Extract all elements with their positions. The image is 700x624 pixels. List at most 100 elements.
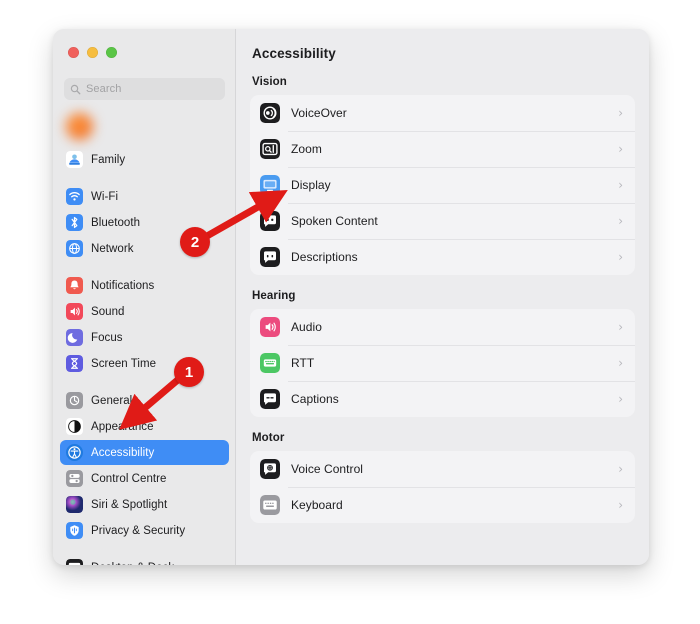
chevron-right-icon: › <box>618 250 623 264</box>
settings-row-voice-control[interactable]: Voice Control › <box>250 451 635 487</box>
settings-row-captions[interactable]: Captions › <box>250 381 635 417</box>
chevron-right-icon: › <box>618 392 623 406</box>
screenshot-canvas: Search Family Wi-Fi Bluetooth Network Notifi… <box>0 0 700 624</box>
settings-row-label: Descriptions <box>291 250 358 264</box>
sidebar-item-accessibility[interactable]: Accessibility <box>60 440 229 465</box>
sidebar-item-family[interactable]: Family <box>60 147 229 172</box>
search-icon <box>70 84 81 94</box>
chevron-right-icon: › <box>618 214 623 228</box>
chevron-right-icon: › <box>618 498 623 512</box>
captions-icon <box>260 389 280 409</box>
settings-row-zoom[interactable]: Zoom › <box>250 131 635 167</box>
section-heading-motor: Motor <box>252 432 285 444</box>
sidebar-item-label: Notifications <box>91 279 155 292</box>
minimize-button[interactable] <box>87 47 98 58</box>
settings-card: Voice Control › Keyboard › <box>250 451 635 523</box>
sidebar-item-sound[interactable]: Sound <box>60 299 229 324</box>
window-traffic-lights <box>68 47 117 58</box>
settings-row-label: Zoom <box>291 142 322 156</box>
maximize-button[interactable] <box>106 47 117 58</box>
settings-sections: Vision VoiceOver › Zoom › Display › Spoken Cont… <box>250 61 635 523</box>
sidebar-item-notifications[interactable]: Notifications <box>60 273 229 298</box>
sidebar-item-appearance[interactable]: Appearance <box>60 414 229 439</box>
close-button[interactable] <box>68 47 79 58</box>
sidebar-item-label: Family <box>91 153 126 166</box>
chevron-right-icon: › <box>618 106 623 120</box>
sidebar-item-label: Screen Time <box>91 357 157 370</box>
sidebar-item-label: Network <box>91 242 134 255</box>
section-heading-vision: Vision <box>252 76 287 88</box>
settings-row-display[interactable]: Display › <box>250 167 635 203</box>
family-icon <box>66 151 83 168</box>
settings-row-label: RTT <box>291 356 315 370</box>
voice-control-icon <box>260 459 280 479</box>
settings-row-descriptions[interactable]: Descriptions › <box>250 239 635 275</box>
sidebar-group-separator <box>60 262 229 273</box>
content-panel: Accessibility Vision VoiceOver › Zoom › Displ… <box>236 29 649 565</box>
apple-account-row[interactable] <box>60 109 228 144</box>
chevron-right-icon: › <box>618 356 623 370</box>
settings-row-spoken-content[interactable]: Spoken Content › <box>250 203 635 239</box>
settings-row-label: Audio <box>291 320 322 334</box>
sidebar-item-siri-spotlight[interactable]: Siri & Spotlight <box>60 492 229 517</box>
sidebar-item-label: General <box>91 394 133 407</box>
accessibility-icon <box>66 444 83 461</box>
search-placeholder: Search <box>86 83 122 95</box>
settings-row-label: Keyboard <box>291 498 343 512</box>
wifi-icon <box>66 188 83 205</box>
settings-row-label: Voice Control <box>291 462 364 476</box>
settings-row-keyboard[interactable]: Keyboard › <box>250 487 635 523</box>
siri-icon <box>66 496 83 513</box>
settings-row-voiceover[interactable]: VoiceOver › <box>250 95 635 131</box>
sidebar-item-wi-fi[interactable]: Wi-Fi <box>60 184 229 209</box>
sidebar-item-label: Wi-Fi <box>91 190 119 203</box>
page-title: Accessibility <box>252 46 336 61</box>
chevron-right-icon: › <box>618 142 623 156</box>
focus-icon <box>66 329 83 346</box>
sidebar-item-label: Desktop & Dock <box>91 562 174 566</box>
annotation-badge-2: 2 <box>180 227 210 257</box>
sound-icon <box>66 303 83 320</box>
sidebar-list: Family Wi-Fi Bluetooth Network Notifications… <box>53 147 235 565</box>
sidebar-item-control-centre[interactable]: Control Centre <box>60 466 229 491</box>
section-heading-hearing: Hearing <box>252 290 296 302</box>
sidebar-item-label: Focus <box>91 331 123 344</box>
sidebar-item-privacy-security[interactable]: Privacy & Security <box>60 518 229 543</box>
sidebar-item-label: Appearance <box>91 420 154 433</box>
chevron-right-icon: › <box>618 462 623 476</box>
avatar <box>66 113 93 140</box>
system-settings-window: Search Family Wi-Fi Bluetooth Network Notifi… <box>53 29 649 565</box>
settings-row-rtt[interactable]: RTT › <box>250 345 635 381</box>
search-input[interactable]: Search <box>64 78 225 100</box>
sidebar: Search Family Wi-Fi Bluetooth Network Notifi… <box>53 29 236 565</box>
chevron-right-icon: › <box>618 178 623 192</box>
sidebar-group-separator <box>60 544 229 555</box>
descriptions-icon <box>260 247 280 267</box>
settings-card: VoiceOver › Zoom › Display › Spoken Content › De… <box>250 95 635 275</box>
sidebar-group-separator <box>60 377 229 388</box>
screen-time-icon <box>66 355 83 372</box>
appearance-icon <box>66 418 83 435</box>
sidebar-item-label: Accessibility <box>91 446 155 459</box>
voiceover-icon <box>260 103 280 123</box>
spoken-content-icon <box>260 211 280 231</box>
sidebar-item-label: Control Centre <box>91 472 167 485</box>
sidebar-item-label: Sound <box>91 305 125 318</box>
desktop-dock-icon <box>66 559 83 565</box>
rtt-icon <box>260 353 280 373</box>
control-centre-icon <box>66 470 83 487</box>
audio-icon <box>260 317 280 337</box>
sidebar-item-focus[interactable]: Focus <box>60 325 229 350</box>
display-icon <box>260 175 280 195</box>
sidebar-item-general[interactable]: General <box>60 388 229 413</box>
sidebar-item-label: Siri & Spotlight <box>91 498 168 511</box>
settings-row-audio[interactable]: Audio › <box>250 309 635 345</box>
network-icon <box>66 240 83 257</box>
bluetooth-icon <box>66 214 83 231</box>
sidebar-group-separator <box>60 173 229 184</box>
sidebar-item-desktop-dock[interactable]: Desktop & Dock <box>60 555 229 565</box>
sidebar-item-label: Privacy & Security <box>91 524 186 537</box>
annotation-badge-1: 1 <box>174 357 204 387</box>
notifications-icon <box>66 277 83 294</box>
keyboard-icon <box>260 495 280 515</box>
